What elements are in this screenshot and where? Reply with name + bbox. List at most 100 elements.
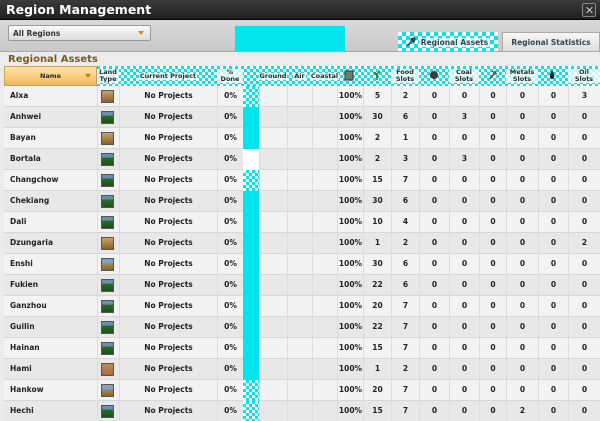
cell-name[interactable]: Hankow (4, 380, 97, 400)
cell-oil: 0 (568, 149, 600, 169)
cell-ground (259, 338, 287, 358)
column-header-coal-slots[interactable]: Coal Slots (449, 66, 479, 86)
cell-x3: 0 (538, 401, 568, 421)
column-header-name[interactable]: Name (4, 66, 97, 86)
column-header-coastal[interactable]: Coastal (309, 66, 340, 86)
region-filter-value: All Regions (13, 29, 61, 38)
table-row[interactable]: Dali No Projects 0% 100% 10 4 0 0 0 0 0 0 (4, 212, 600, 233)
column-header-metals-slots[interactable]: Metals Slots (506, 66, 538, 86)
cell-land-type (97, 254, 119, 274)
column-header-current-project[interactable]: Current Project (119, 66, 217, 86)
table-row[interactable]: Anhwei No Projects 0% 100% 30 6 0 3 0 0 0 0 (4, 107, 600, 128)
cell-val1: 100% (337, 191, 363, 211)
tab-regional-assets[interactable]: Regional Assets (398, 32, 498, 51)
cell-coastal (312, 380, 337, 400)
cell-x1: 0 (419, 107, 449, 127)
cell-val2: 2 (363, 149, 391, 169)
close-icon[interactable] (582, 3, 596, 17)
cell-x1: 0 (419, 149, 449, 169)
cell-proj: No Projects (119, 338, 217, 358)
cell-land-type (97, 296, 119, 316)
cell-metal: 0 (506, 359, 538, 379)
highlight-strip (243, 359, 259, 380)
column-header-oil-slots[interactable]: Oil Slots (568, 66, 600, 86)
cell-name[interactable]: Guilin (4, 317, 97, 337)
cell-name[interactable]: Anhwei (4, 107, 97, 127)
cell-oil: 0 (568, 317, 600, 337)
cell-pct: 0% (217, 254, 243, 274)
column-header-land-type[interactable]: Land Type (97, 66, 119, 86)
cell-x2: 0 (479, 317, 506, 337)
cell-ground (259, 170, 287, 190)
table-row[interactable]: Hechi No Projects 0% 100% 15 7 0 0 0 2 0 0 (4, 401, 600, 421)
cell-name[interactable]: Bortala (4, 149, 97, 169)
table-row[interactable]: Hainan No Projects 0% 100% 15 7 0 0 0 0 0 0 (4, 338, 600, 359)
cell-val1: 100% (337, 254, 363, 274)
cell-oil: 0 (568, 338, 600, 358)
cell-name[interactable]: Enshi (4, 254, 97, 274)
cell-x2: 0 (479, 275, 506, 295)
table-row[interactable]: Ganzhou No Projects 0% 100% 20 7 0 0 0 0 0 0 (4, 296, 600, 317)
table-row[interactable]: Enshi No Projects 0% 100% 30 6 0 0 0 0 0 0 (4, 254, 600, 275)
table-row[interactable]: Hankow No Projects 0% 100% 20 7 0 0 0 0 0 0 (4, 380, 600, 401)
column-header-label: Air (293, 71, 306, 80)
column-header-percent-done[interactable]: % Done (217, 66, 243, 86)
cell-name[interactable]: Hami (4, 359, 97, 379)
cell-name[interactable]: Ganzhou (4, 296, 97, 316)
highlight-strip (243, 86, 259, 107)
cell-food: 7 (391, 401, 419, 421)
cell-name[interactable]: Hechi (4, 401, 97, 421)
cell-name[interactable]: Hainan (4, 338, 97, 358)
cell-proj: No Projects (119, 359, 217, 379)
cell-val1: 100% (337, 233, 363, 253)
section-title: Regional Assets (8, 54, 98, 65)
cell-x2: 0 (479, 254, 506, 274)
cell-ground (259, 212, 287, 232)
table-row[interactable]: Guilin No Projects 0% 100% 22 7 0 0 0 0 0 0 (4, 317, 600, 338)
column-header-label: Name (39, 71, 61, 80)
table-row[interactable]: Fukien No Projects 0% 100% 22 6 0 0 0 0 0 0 (4, 275, 600, 296)
cell-val2: 15 (363, 170, 391, 190)
cell-proj: No Projects (119, 401, 217, 421)
table-row[interactable]: Dzungaria No Projects 0% 100% 1 2 0 0 0 0 0 2 (4, 233, 600, 254)
cell-val1: 100% (337, 107, 363, 127)
table-row[interactable]: Bayan No Projects 0% 100% 2 1 0 0 0 0 0 0 (4, 128, 600, 149)
region-filter-dropdown[interactable]: All Regions (8, 25, 151, 41)
cell-proj: No Projects (119, 128, 217, 148)
column-header-food-slots[interactable]: Food Slots (391, 66, 419, 86)
cell-air (287, 254, 312, 274)
tab-regional-statistics[interactable]: Regional Statistics (502, 32, 600, 51)
cell-name[interactable]: Dzungaria (4, 233, 97, 253)
table-row[interactable]: Chekiang No Projects 0% 100% 30 6 0 0 0 0 0 0 (4, 191, 600, 212)
column-header-ground[interactable]: Ground (258, 66, 288, 86)
regions-table-body: Alxa No Projects 0% 100% 5 2 0 0 0 0 0 3 Anhwei No Pr… (4, 86, 600, 421)
table-row[interactable]: Changchow No Projects 0% 100% 15 7 0 0 0 0 0 0 (4, 170, 600, 191)
cell-air (287, 128, 312, 148)
cell-val1: 100% (337, 170, 363, 190)
cell-food: 7 (391, 338, 419, 358)
table-row[interactable]: Hami No Projects 0% 100% 1 2 0 0 0 0 0 0 (4, 359, 600, 380)
cell-val1: 100% (337, 380, 363, 400)
table-row[interactable]: Alxa No Projects 0% 100% 5 2 0 0 0 0 0 3 (4, 86, 600, 107)
cell-x2: 0 (479, 296, 506, 316)
cell-x1: 0 (419, 317, 449, 337)
cell-coastal (312, 170, 337, 190)
cell-name[interactable]: Alxa (4, 86, 97, 106)
cell-val2: 10 (363, 212, 391, 232)
cell-food: 4 (391, 212, 419, 232)
highlight-strip (243, 212, 259, 233)
cell-pct: 0% (217, 170, 243, 190)
cell-name[interactable]: Bayan (4, 128, 97, 148)
cell-name[interactable]: Fukien (4, 275, 97, 295)
table-row[interactable]: Bortala No Projects 0% 100% 2 3 0 3 0 0 0 0 (4, 149, 600, 170)
land-type-thumbnail (101, 90, 114, 103)
cell-proj: No Projects (119, 317, 217, 337)
land-type-thumbnail (101, 363, 114, 376)
cell-name[interactable]: Dali (4, 212, 97, 232)
cell-x3: 0 (538, 359, 568, 379)
cell-name[interactable]: Changchow (4, 170, 97, 190)
column-header-label: Oil Slots (568, 69, 600, 83)
column-header-air[interactable]: Air (287, 66, 312, 86)
cell-name[interactable]: Chekiang (4, 191, 97, 211)
highlight-strip (243, 338, 259, 359)
